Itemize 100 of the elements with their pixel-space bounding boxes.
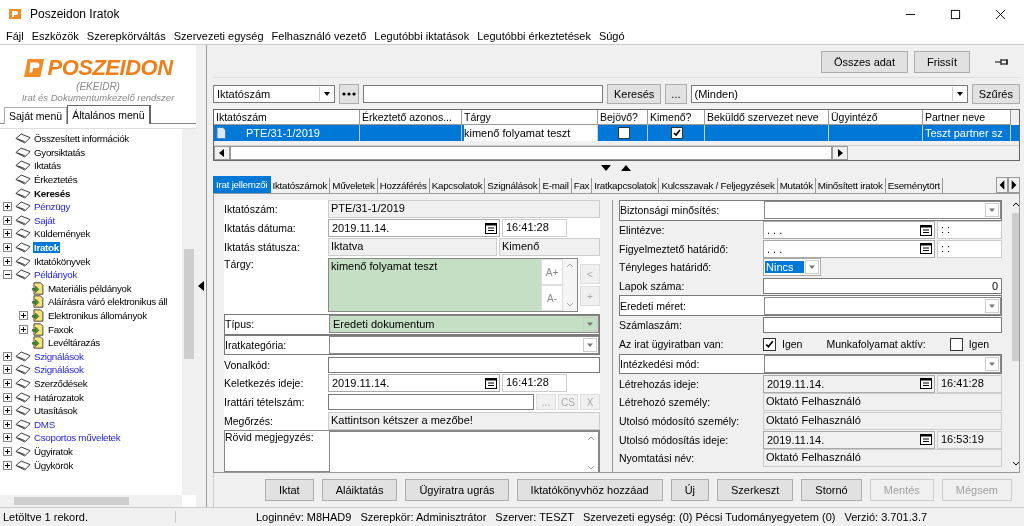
action-button[interactable]: Iktatókönyvhöz hozzáad	[516, 479, 663, 501]
expand-toggle-icon[interactable]	[3, 202, 12, 212]
time-field[interactable]: : :	[937, 239, 1002, 258]
tree-item[interactable]: Iktatás	[33, 160, 62, 172]
calendar-icon[interactable]	[485, 222, 497, 234]
checkbox[interactable]	[949, 337, 963, 351]
scroll-right-icon[interactable]	[832, 146, 848, 160]
tab[interactable]: Eseménytört	[885, 178, 943, 193]
time-field[interactable]: 16:53:19	[937, 430, 1002, 449]
tree-item[interactable]: Küldemények	[33, 228, 92, 240]
menu-item[interactable]: Eszközök	[27, 30, 83, 42]
tree-item[interactable]: Materiális példányok	[47, 282, 133, 294]
time-field[interactable]: : :	[937, 221, 1002, 240]
dropdown[interactable]	[329, 336, 599, 355]
tab[interactable]: Iktatószámok	[270, 178, 331, 193]
tree-item[interactable]: Keresés	[33, 187, 72, 199]
filter-dropdown[interactable]: (Minden)	[690, 85, 968, 103]
menu-item[interactable]: Fájl	[2, 30, 28, 42]
tree-item[interactable]: Szerződések	[33, 378, 89, 389]
expand-toggle-icon[interactable]	[3, 215, 12, 225]
search-field-dropdown[interactable]: Iktatószám	[213, 85, 335, 103]
tree-item[interactable]: Ügyiratok	[33, 445, 74, 457]
tab[interactable]: Műveletek	[330, 178, 378, 193]
tree-item[interactable]: Ügykörök	[33, 459, 74, 471]
menu-item[interactable]: Súgó	[594, 30, 629, 42]
column-header[interactable]: Bejövő?	[598, 110, 648, 125]
input-field[interactable]	[328, 356, 600, 373]
expand-toggle-icon[interactable]	[3, 392, 12, 402]
tree-item[interactable]: Szignálások	[33, 350, 85, 362]
column-header[interactable]: Érkeztető azonos...	[360, 110, 462, 125]
tree-item[interactable]: Határozatok	[33, 391, 85, 403]
input-field[interactable]	[763, 317, 1002, 334]
date-field[interactable]: 2019.11.14.	[328, 374, 500, 393]
expand-toggle-icon[interactable]	[3, 229, 12, 239]
action-button[interactable]: Iktat	[264, 479, 314, 501]
column-header[interactable]: Iktatószám	[214, 110, 360, 125]
expand-toggle-icon[interactable]	[3, 460, 12, 470]
column-header[interactable]: Ügyintéző	[829, 110, 923, 125]
time-field[interactable]: 16:41:28	[502, 374, 567, 393]
scrollbar[interactable]	[182, 129, 196, 495]
menu-tab[interactable]: Saját menü	[4, 107, 68, 124]
scroll-down-icon[interactable]	[1012, 461, 1019, 466]
date-field[interactable]: 2019.11.14.	[328, 219, 500, 238]
checkbox[interactable]	[763, 337, 776, 351]
subject-field[interactable]: kimenő folyamat teszt A+ A-	[328, 258, 578, 313]
date-field[interactable]: . . .	[763, 239, 935, 258]
action-button[interactable]: Stornó	[801, 479, 862, 501]
search-input[interactable]	[363, 85, 603, 103]
toolbar-button[interactable]: Összes adat	[820, 51, 909, 73]
toolbar-button[interactable]: Frissít	[914, 51, 970, 73]
menu-item[interactable]: Legutóbbi iktatások	[370, 30, 474, 42]
menu-tab[interactable]: Általános menü	[67, 105, 151, 124]
checkbox[interactable]	[671, 127, 683, 139]
expand-toggle-icon[interactable]	[3, 406, 12, 416]
tab[interactable]: Szignálások	[485, 178, 541, 193]
expand-toggle-icon[interactable]	[3, 446, 12, 456]
tree-item[interactable]: Iktatókönyvek	[33, 255, 91, 267]
tab[interactable]: Hozzáférés	[377, 178, 430, 193]
close-icon[interactable]	[995, 8, 1006, 20]
time-field[interactable]: 16:41:28	[937, 374, 1002, 393]
font-size-button[interactable]: A+	[541, 259, 563, 286]
tree-item[interactable]: Faxok	[47, 323, 75, 335]
scroll-left-icon[interactable]	[996, 177, 1008, 193]
dropdown[interactable]: Eredeti dokumentum	[329, 315, 599, 334]
tab[interactable]: Fax	[571, 178, 593, 193]
expand-toggle-icon[interactable]	[19, 311, 28, 320]
tree-item[interactable]: Összesített információk	[33, 133, 130, 145]
expand-toggle-icon[interactable]	[3, 379, 12, 388]
options-button[interactable]	[339, 84, 359, 104]
font-size-button[interactable]: A-	[541, 285, 563, 312]
dropdown[interactable]: Nincs	[763, 258, 821, 277]
action-button[interactable]: Ügyiratra ugrás	[405, 479, 509, 501]
calendar-icon[interactable]	[485, 377, 497, 389]
tree-item[interactable]: Utasítások	[33, 405, 79, 417]
tab[interactable]: Kapcsolatok	[429, 178, 486, 193]
dropdown[interactable]	[764, 354, 1001, 373]
expand-toggle-icon[interactable]	[3, 351, 12, 361]
tree-item[interactable]: Szignálások	[33, 364, 85, 376]
scroll-left-icon[interactable]	[214, 146, 230, 160]
checkbox[interactable]	[617, 127, 630, 139]
scrollbar[interactable]	[214, 145, 1019, 160]
column-header[interactable]: Partner neve	[923, 110, 1011, 125]
number-field[interactable]: 0	[763, 278, 1002, 295]
table-row[interactable]: PTE/31-1/2019 kimenő folyamat teszt Teszt partner sz	[214, 125, 1019, 141]
tree-item[interactable]: DMS	[33, 418, 56, 430]
expand-toggle-icon[interactable]	[3, 270, 12, 280]
tab[interactable]: Kulcsszavak / Feljegyzések	[659, 178, 778, 193]
calendar-icon[interactable]	[920, 224, 932, 236]
tab[interactable]: Minősített iratok	[815, 178, 886, 193]
checkbox-label[interactable]: Igen	[782, 338, 803, 351]
expand-toggle-icon[interactable]	[3, 256, 12, 266]
tree-item[interactable]: Levéltárazás	[47, 337, 101, 349]
expand-toggle-icon[interactable]	[19, 324, 28, 334]
input-field[interactable]	[328, 394, 534, 411]
tree-item[interactable]: Gyorsiktatás	[33, 146, 86, 158]
date-field[interactable]: 2019.11.14.	[763, 430, 935, 449]
pin-icon[interactable]	[994, 57, 1010, 67]
date-field[interactable]: 2019.11.14.	[763, 374, 935, 393]
browse-button[interactable]: ...	[665, 84, 687, 104]
scroll-right-icon[interactable]	[1008, 177, 1020, 193]
